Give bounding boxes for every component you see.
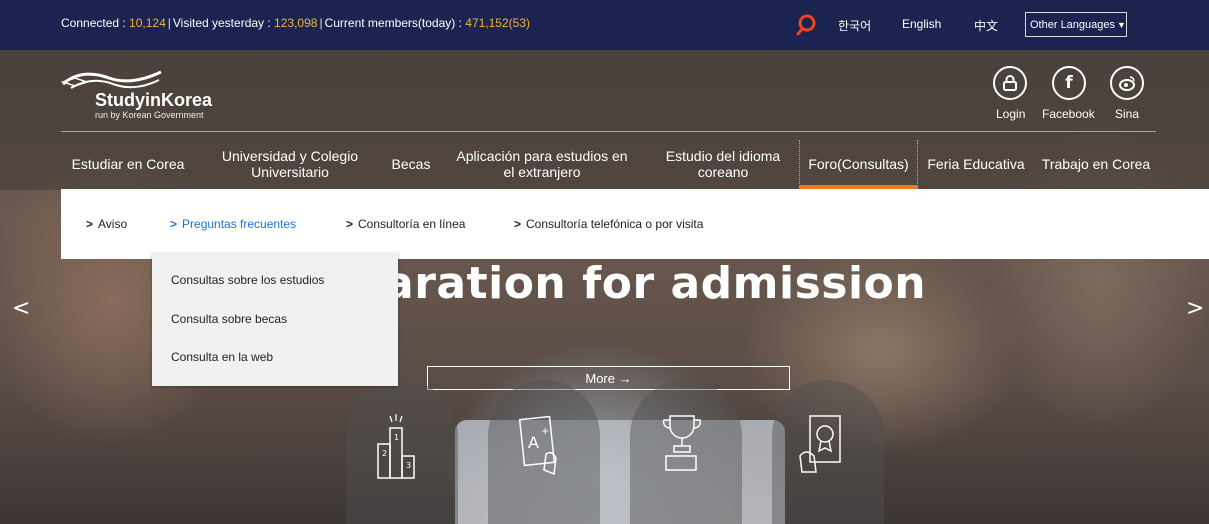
chevron-down-icon: ▼ xyxy=(1117,19,1126,30)
sina-weibo-icon[interactable] xyxy=(1110,66,1144,100)
svg-text:3: 3 xyxy=(406,461,411,470)
lang-chinese[interactable]: 中文 xyxy=(974,17,998,34)
more-button[interactable]: More → xyxy=(427,366,790,390)
svg-text:1: 1 xyxy=(394,433,399,442)
subnav-consultoria-en-linea[interactable]: > Consultoría en línea xyxy=(346,217,465,231)
lang-select-value: Other Languages xyxy=(1030,18,1116,31)
grade-a-plus-document-icon: A + xyxy=(518,415,557,476)
ranking-podium-icon: 1 2 3 xyxy=(377,414,415,479)
visitor-stats: Connected : 10,124 | Visited yesterday : 1… xyxy=(61,16,530,30)
connected-label: Connected : xyxy=(61,16,130,30)
nav-estudiar-en-corea[interactable]: Estudiar en Corea xyxy=(61,140,195,188)
subnav-consultoria-telefonica[interactable]: > Consultoría telefónica o por visita xyxy=(514,217,703,231)
login-link[interactable]: Login xyxy=(996,107,1025,121)
lock-icon[interactable] xyxy=(993,66,1027,100)
nav-trabajo-en-corea[interactable]: Trabajo en Corea xyxy=(1034,140,1158,188)
slider-prev-icon[interactable]: < xyxy=(12,296,30,321)
svg-text:A: A xyxy=(528,433,539,452)
nav-feria-educativa[interactable]: Feria Educativa xyxy=(920,140,1032,188)
dropdown-consulta-becas[interactable]: Consulta sobre becas xyxy=(171,312,287,326)
header-divider xyxy=(61,131,1156,132)
subnav-preguntas-frecuentes[interactable]: > Preguntas frecuentes xyxy=(170,217,296,231)
visited-label: Visited yesterday : xyxy=(172,16,275,30)
nav-becas[interactable]: Becas xyxy=(386,140,436,188)
svg-text:2: 2 xyxy=(382,449,387,458)
facebook-icon[interactable]: f xyxy=(1052,66,1086,100)
subnav-aviso[interactable]: > Aviso xyxy=(86,217,127,231)
members-count: 471,152(53) xyxy=(465,16,530,30)
slider-next-icon[interactable]: > xyxy=(1186,296,1204,321)
chevron-right-icon: > xyxy=(346,217,354,231)
visited-count: 123,098 xyxy=(274,16,318,30)
chevron-right-icon: > xyxy=(170,217,178,231)
connected-count: 10,124 xyxy=(129,16,166,30)
lang-english[interactable]: English xyxy=(902,17,941,31)
hero-headline: aration for admission xyxy=(384,258,927,309)
members-label: Current members(today) : xyxy=(324,16,466,30)
nav-foro[interactable]: Foro(Consultas) xyxy=(799,140,918,188)
logo-subtitle: run by Korean Government xyxy=(95,110,204,120)
dropdown-consultas-estudios[interactable]: Consultas sobre los estudios xyxy=(171,273,324,287)
sina-link[interactable]: Sina xyxy=(1115,107,1139,121)
nav-universidad[interactable]: Universidad y Colegio Universitario xyxy=(208,140,372,188)
trophy-hand-icon xyxy=(662,415,702,471)
dropdown-consulta-web[interactable]: Consulta en la web xyxy=(171,350,273,364)
chevron-right-icon: > xyxy=(86,217,94,231)
chevron-right-icon: > xyxy=(514,217,522,231)
other-languages-select[interactable]: Other Languages ▼ xyxy=(1025,12,1127,37)
lang-korean[interactable]: 한국어 xyxy=(838,17,871,34)
logo-title[interactable]: StudyinKorea xyxy=(95,90,212,111)
nav-idioma-coreano[interactable]: Estudio del idioma coreano xyxy=(662,140,784,188)
facebook-link[interactable]: Facebook xyxy=(1042,107,1095,121)
top-bar: Connected : 10,124 | Visited yesterday : 1… xyxy=(0,0,1209,50)
svg-text:+: + xyxy=(541,426,549,437)
certificate-icon xyxy=(799,415,841,473)
nav-aplicacion[interactable]: Aplicación para estudios en el extranjer… xyxy=(450,140,634,188)
search-icon[interactable] xyxy=(796,13,820,37)
